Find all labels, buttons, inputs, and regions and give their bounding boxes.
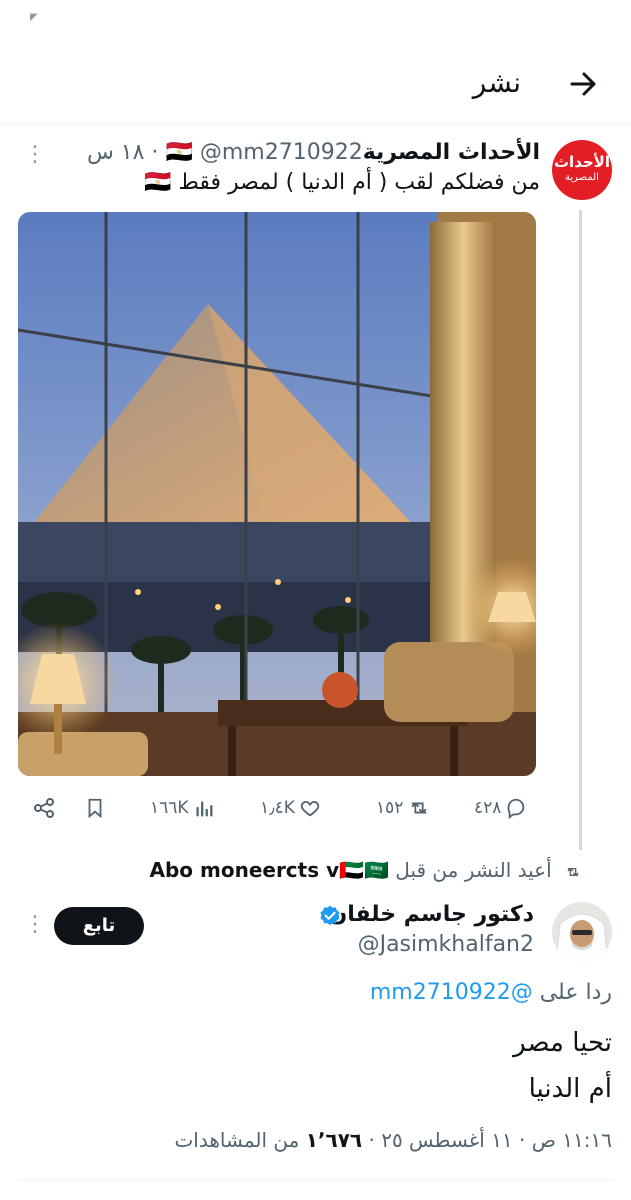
reply-icon xyxy=(507,798,525,819)
heart-icon xyxy=(300,801,320,817)
replying-to: ردا على @mm2710922 xyxy=(200,980,612,1005)
avatar[interactable] xyxy=(552,902,612,962)
share-button[interactable] xyxy=(32,788,56,828)
parent-timestamp[interactable]: · ١٨ س xyxy=(87,140,159,165)
reply-count: ٤٢٨ xyxy=(474,798,502,818)
tweet-views-label: من المشاهدات xyxy=(174,1128,300,1152)
reply-button[interactable]: ٤٢٨ xyxy=(470,788,527,828)
status-icon: ◤ xyxy=(30,12,38,23)
reposted-by-user[interactable]: Abo moneercts v🇦🇪🇸🇦 xyxy=(150,858,389,882)
tweet-text-line: تحيا مصر xyxy=(513,1028,612,1058)
avatar-logo-text: الأحداث xyxy=(553,153,610,171)
author-handle[interactable]: @Jasimkhalfan2 xyxy=(200,932,534,957)
back-button[interactable] xyxy=(562,62,606,106)
like-button[interactable]: ١٫٤K xyxy=(256,788,321,828)
reposted-by-prefix: أعيد النشر من قبل xyxy=(395,858,552,882)
views-button[interactable]: ١٦٦K xyxy=(146,788,215,828)
divider xyxy=(18,1180,613,1181)
more-options-icon[interactable]: ⋮ xyxy=(24,140,46,170)
author-name[interactable]: دكتور جاسم خلفان xyxy=(200,902,534,927)
bookmark-icon xyxy=(88,798,102,819)
pyramid-photo xyxy=(18,212,536,776)
tweet-text-line: أم الدنيا xyxy=(528,1074,612,1104)
repost-button[interactable]: ١٥٢ xyxy=(372,788,431,828)
views-count: ١٦٦K xyxy=(150,798,189,818)
divider xyxy=(0,124,631,125)
tweet-timestamp[interactable]: ١١:١٦ ص · ١١ أغسطس ٢٥ · xyxy=(369,1128,613,1152)
avatar-logo-subtext: المصرية xyxy=(565,172,599,183)
analytics-icon xyxy=(195,801,213,817)
follow-button[interactable]: تابع xyxy=(54,907,144,945)
share-icon xyxy=(34,798,54,818)
page-title: نشر xyxy=(472,66,521,99)
tweet-meta: ١١:١٦ ص · ١١ أغسطس ٢٥ · ١٬٦٧٦ من المشاهد… xyxy=(60,1128,612,1152)
repost-indicator-icon xyxy=(567,867,579,876)
parent-tweet-text: من فضلكم لقب ( أم الدنيا ) لمصر فقط 🇪🇬 xyxy=(144,170,540,195)
arrow-right-icon xyxy=(570,72,596,96)
repost-icon xyxy=(412,802,427,814)
replying-to-label: ردا على xyxy=(539,980,612,1005)
repost-count: ١٥٢ xyxy=(376,798,404,818)
thread-line xyxy=(579,210,582,850)
parent-author-handle[interactable]: @mm2710922 xyxy=(200,140,363,165)
tweet-views-count: ١٬٦٧٦ xyxy=(305,1128,363,1152)
header xyxy=(0,40,631,124)
verified-badge-icon xyxy=(317,904,343,930)
avatar-ahdath[interactable]: الأحداث المصرية xyxy=(552,140,612,200)
more-options-icon[interactable]: ⋮ xyxy=(24,910,46,940)
bookmark-button[interactable] xyxy=(84,788,106,828)
status-bar: ◤ xyxy=(0,0,631,40)
like-count: ١٫٤K xyxy=(260,798,295,818)
avatar-photo xyxy=(552,902,612,962)
reposted-by[interactable]: أعيد النشر من قبل Abo moneercts v🇦🇪🇸🇦 xyxy=(100,858,582,888)
action-bar: ٤٢٨ ١٥٢ ١٫٤K ١٦٦K xyxy=(0,788,631,828)
post-image[interactable] xyxy=(18,212,536,776)
replying-to-handle[interactable]: @mm2710922 xyxy=(370,980,533,1005)
parent-tweet-header: الأحداث المصرية🇪🇬 @mm2710922 · ١٨ س xyxy=(80,140,540,170)
